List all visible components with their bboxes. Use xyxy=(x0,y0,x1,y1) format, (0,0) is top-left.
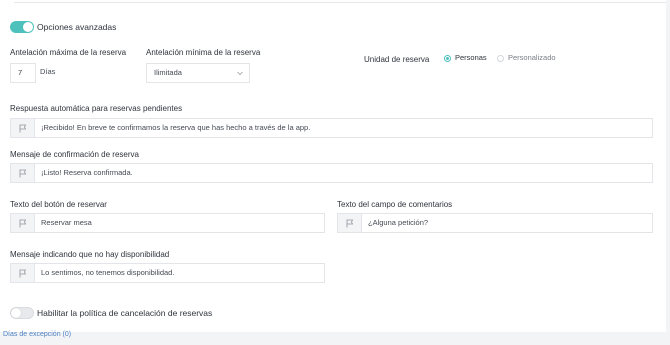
comments-field-value: ¿Alguna petición? xyxy=(368,218,429,227)
confirmation-input[interactable]: ¡Listo! Reserva confirmada. xyxy=(10,163,653,183)
max-advance-input[interactable]: 7 xyxy=(10,63,36,83)
advanced-options-label: Opciones avanzadas xyxy=(37,22,117,32)
no-availability-label: Mensaje indicando que no hay disponibili… xyxy=(10,250,170,259)
max-advance-value: 7 xyxy=(18,68,23,77)
reserve-button-label: Texto del botón de reservar xyxy=(10,200,107,209)
chevron-down-icon xyxy=(237,71,243,76)
max-advance-unit: Días xyxy=(40,67,56,76)
auto-reply-label: Respuesta automática para reservas pendi… xyxy=(10,104,183,113)
reserve-button-value: Reservar mesa xyxy=(41,218,92,227)
auto-reply-value: ¡Recibido! En breve te confirmamos la re… xyxy=(41,123,311,132)
reservation-unit-label: Unidad de reserva xyxy=(364,55,430,64)
exception-days-link[interactable]: Días de excepción (0) xyxy=(3,331,71,338)
toggle-knob xyxy=(23,22,33,32)
confirmation-value: ¡Listo! Reserva confirmada. xyxy=(41,168,133,177)
comments-field-label: Texto del campo de comentarios xyxy=(337,200,453,209)
radio-personalizado-label: Personalizado xyxy=(508,53,556,62)
radio-personas[interactable] xyxy=(444,55,451,62)
auto-reply-input[interactable]: ¡Recibido! En breve te confirmamos la re… xyxy=(10,118,653,138)
confirmation-label: Mensaje de confirmación de reserva xyxy=(10,150,139,159)
max-advance-label: Antelación máxima de la reserva xyxy=(10,48,127,57)
flag-icon xyxy=(346,219,353,227)
min-advance-select[interactable]: Ilimitada xyxy=(146,63,250,83)
min-advance-value: Ilimitada xyxy=(154,68,182,77)
flag-prefix xyxy=(11,264,35,282)
advanced-options-toggle[interactable] xyxy=(10,21,34,33)
radio-personalizado[interactable] xyxy=(497,55,504,62)
flag-icon xyxy=(19,219,26,227)
toggle-knob xyxy=(11,308,21,318)
min-advance-label: Antelación mínima de la reserva xyxy=(146,48,261,57)
divider xyxy=(14,2,666,3)
advanced-options-panel: Opciones avanzadas Antelación máxima de … xyxy=(0,0,666,332)
reserve-button-input[interactable]: Reservar mesa xyxy=(10,213,325,233)
flag-prefix xyxy=(11,214,35,232)
cancellation-policy-toggle[interactable] xyxy=(10,307,34,319)
comments-field-input[interactable]: ¿Alguna petición? xyxy=(337,213,653,233)
flag-icon xyxy=(19,169,26,177)
cancellation-policy-label: Habilitar la política de cancelación de … xyxy=(37,308,213,318)
flag-prefix xyxy=(11,119,35,137)
flag-prefix xyxy=(338,214,362,232)
no-availability-value: Lo sentimos, no tenemos disponibilidad. xyxy=(41,268,175,277)
no-availability-input[interactable]: Lo sentimos, no tenemos disponibilidad. xyxy=(10,263,325,283)
flag-icon xyxy=(19,124,26,132)
radio-personas-label: Personas xyxy=(455,53,487,62)
flag-icon xyxy=(19,269,26,277)
flag-prefix xyxy=(11,164,35,182)
